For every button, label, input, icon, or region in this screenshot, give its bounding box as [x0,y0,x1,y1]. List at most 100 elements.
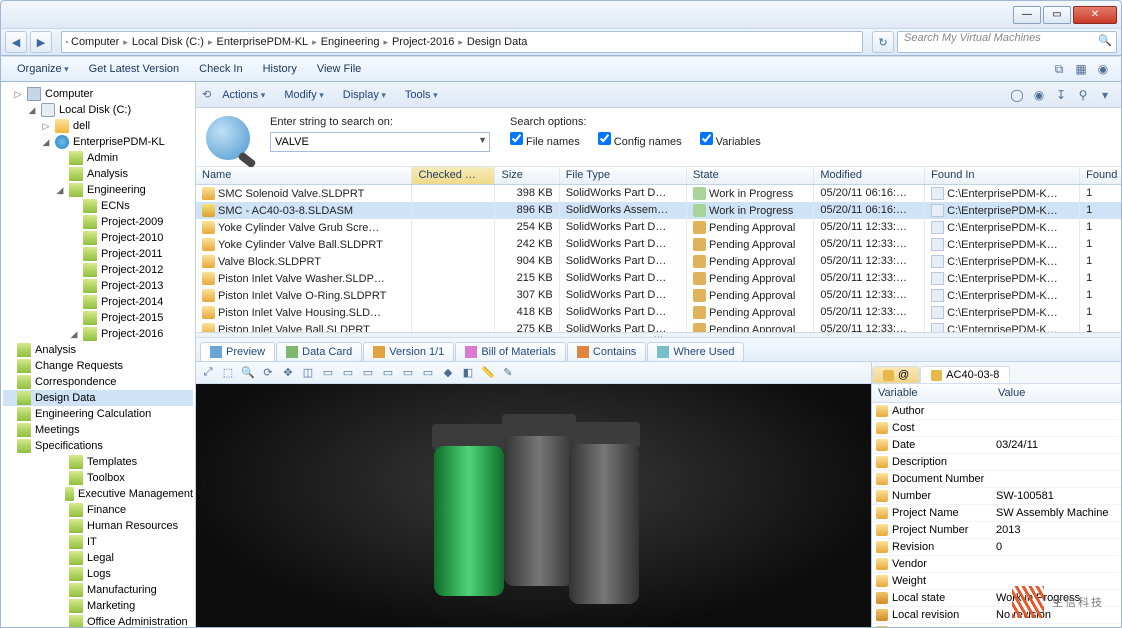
tab-whereused[interactable]: Where Used [647,342,744,361]
opt-variables[interactable]: Variables [700,132,761,148]
model-viewport[interactable] [196,384,871,627]
table-row[interactable]: Piston Inlet Valve Ball.SLDPRT275 KBSoli… [196,321,1121,333]
dropdown-icon[interactable]: ▼ [478,135,487,145]
iso-icon[interactable]: ◫ [300,365,316,381]
col-name[interactable]: Name [196,167,412,184]
tree-node[interactable]: Office Administration [3,614,193,627]
nav-forward-button[interactable]: ▶ [30,31,52,53]
actions-menu[interactable]: Actions [214,87,273,103]
tree-node[interactable]: Engineering Calculation [3,406,193,422]
tree-node[interactable]: ◢Engineering [3,182,193,198]
tree-node[interactable]: Project-2009 [3,214,193,230]
tab-preview[interactable]: Preview [200,342,275,361]
table-row[interactable]: SMC - AC40-03-8.SLDASM896 KBSolidWorks A… [196,202,1121,219]
left-icon[interactable]: ▭ [360,365,376,381]
tree-node[interactable]: Project-2010 [3,230,193,246]
modify-menu[interactable]: Modify [276,87,331,103]
crumb-project[interactable]: Project-2016 [390,36,456,48]
tool-icon-4[interactable]: ⚲ [1073,85,1093,105]
zoom-area-icon[interactable]: ⬚ [220,365,236,381]
get-latest-button[interactable]: Get Latest Version [81,60,188,78]
tree-node[interactable]: IT [3,534,193,550]
tree-node[interactable]: Admin [3,150,193,166]
minimize-button[interactable]: — [1013,6,1041,24]
tree-node[interactable]: Legal [3,550,193,566]
tree-node[interactable]: Human Resources [3,518,193,534]
section-icon[interactable]: ◧ [460,365,476,381]
search-input[interactable] [270,132,490,152]
tree-node[interactable]: Design Data [3,390,193,406]
folder-tree[interactable]: ▷Computer◢Local Disk (C:)▷dell◢Enterpris… [1,82,196,627]
tree-node[interactable]: Marketing [3,598,193,614]
col-checked[interactable]: Checked … [412,167,495,184]
tree-node[interactable]: Correspondence [3,374,193,390]
crumb-vault[interactable]: EnterprisePDM-KL [214,36,310,48]
tool-icon-5[interactable]: ▾ [1095,85,1115,105]
opt-confignames[interactable]: Config names [598,132,682,148]
search-box[interactable]: Search My Virtual Machines [897,31,1117,53]
table-row[interactable]: Piston Inlet Valve Housing.SLD…418 KBSol… [196,304,1121,321]
tree-node[interactable]: Project-2015 [3,310,193,326]
zoom-in-icon[interactable]: 🔍 [240,365,256,381]
tab-bom[interactable]: Bill of Materials [455,342,566,361]
propcol-value[interactable]: Value [992,384,1031,402]
top-icon[interactable]: ▭ [400,365,416,381]
front-icon[interactable]: ▭ [320,365,336,381]
col-modified[interactable]: Modified [814,167,925,184]
tool-icon-2[interactable]: ◉ [1029,85,1049,105]
table-row[interactable]: Yoke Cylinder Valve Ball.SLDPRT242 KBSol… [196,236,1121,253]
tree-node[interactable]: Project-2014 [3,294,193,310]
tree-node[interactable]: ▷dell [3,118,193,134]
breadcrumb[interactable]: Computer▸ Local Disk (C:)▸ EnterprisePDM… [61,31,863,53]
tree-node[interactable]: Templates [3,454,193,470]
tree-node[interactable]: Manufacturing [3,582,193,598]
proptab-all[interactable]: @ [872,366,920,383]
tree-node[interactable]: ▷Computer [3,86,193,102]
table-row[interactable]: Piston Inlet Valve Washer.SLDP…215 KBSol… [196,270,1121,287]
back-icon[interactable]: ⟲ [202,88,211,101]
tree-node[interactable]: ECNs [3,198,193,214]
pan-icon[interactable]: ✥ [280,365,296,381]
view-file-button[interactable]: View File [309,60,369,78]
crumb-leaf[interactable]: Design Data [465,36,530,48]
measure-icon[interactable]: 📏 [480,365,496,381]
col-filetype[interactable]: File Type [559,167,686,184]
tree-node[interactable]: ◢Project-2016 [3,326,193,342]
tree-node[interactable]: Logs [3,566,193,582]
tree-node[interactable]: Analysis [3,342,193,358]
col-state[interactable]: State [687,167,814,184]
edit-icon[interactable]: ✎ [500,365,516,381]
tree-node[interactable]: Toolbox [3,470,193,486]
tree-node[interactable]: Change Requests [3,358,193,374]
tab-contains[interactable]: Contains [567,342,646,361]
zoom-fit-icon[interactable]: ⤢ [200,365,216,381]
results-grid[interactable]: Name Checked … Size File Type State Modi… [196,167,1121,332]
crumb-computer[interactable]: Computer [71,36,119,48]
bottom-icon[interactable]: ▭ [420,365,436,381]
tree-node[interactable]: ◢Local Disk (C:) [3,102,193,118]
tool-icon-3[interactable]: ↧ [1051,85,1071,105]
tab-version[interactable]: Version 1/1 [363,342,454,361]
opt-filenames[interactable]: File names [510,132,580,148]
tab-datacard[interactable]: Data Card [276,342,362,361]
table-row[interactable]: Piston Inlet Valve O-Ring.SLDPRT307 KBSo… [196,287,1121,304]
tree-node[interactable]: Analysis [3,166,193,182]
tree-node[interactable]: ◢EnterprisePDM-KL [3,134,193,150]
crumb-eng[interactable]: Engineering [319,36,382,48]
display-menu[interactable]: Display [335,87,394,103]
shaded-icon[interactable]: ◆ [440,365,456,381]
tool-icon-1[interactable]: ◯ [1007,85,1027,105]
history-button[interactable]: History [255,60,305,78]
table-row[interactable]: Yoke Cylinder Valve Grub Scre…254 KBSoli… [196,219,1121,236]
col-foundver[interactable]: Found in Version [1080,167,1121,184]
refresh-button[interactable]: ↻ [872,31,894,53]
col-size[interactable]: Size [495,167,559,184]
propcol-variable[interactable]: Variable [872,384,992,402]
check-in-button[interactable]: Check In [191,60,250,78]
tools-menu[interactable]: Tools [397,87,446,103]
close-button[interactable]: ✕ [1073,6,1117,24]
organize-menu[interactable]: Organize [9,60,77,78]
tree-node[interactable]: Executive Management [3,486,193,502]
rotate-icon[interactable]: ⟳ [260,365,276,381]
tree-node[interactable]: Project-2013 [3,278,193,294]
